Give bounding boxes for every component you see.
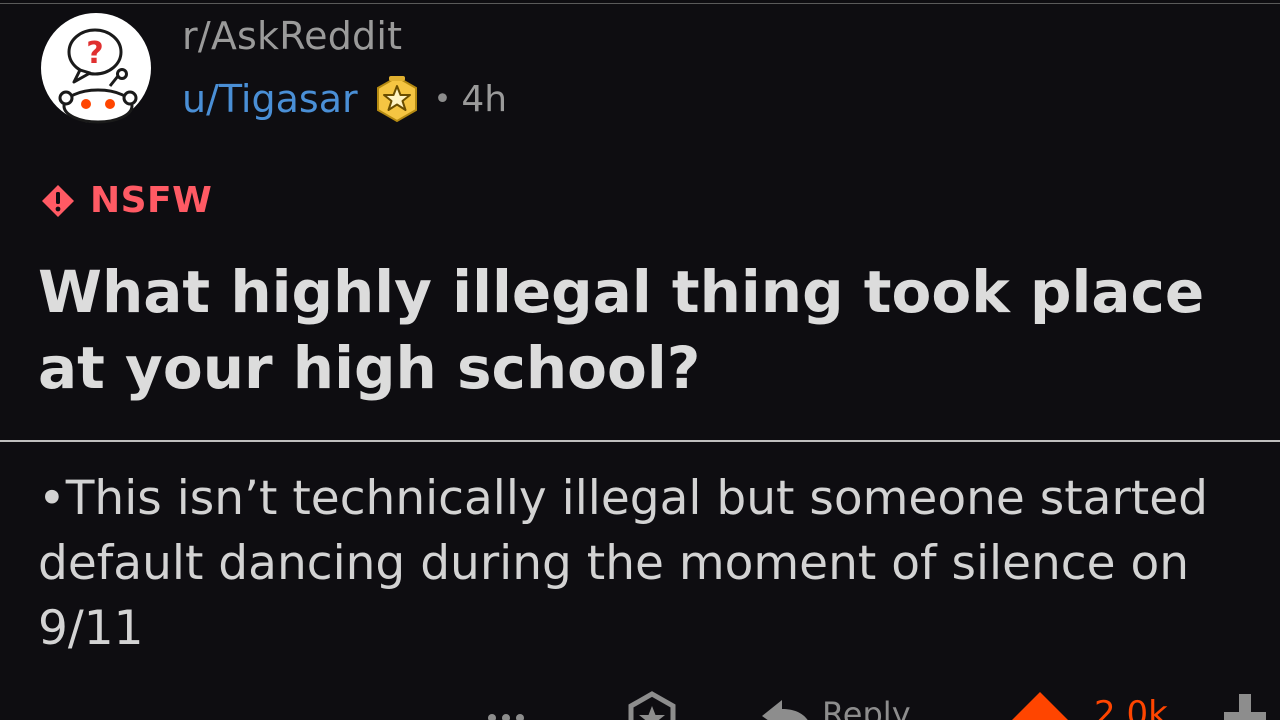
meta-separator: •	[433, 81, 452, 117]
more-dots-icon[interactable]	[486, 712, 530, 720]
upvote-arrow-icon[interactable]	[1010, 690, 1070, 720]
vote-score: 2.0k	[1094, 694, 1168, 720]
subreddit-name[interactable]: r/AskReddit	[182, 14, 402, 58]
post-meta: u/Tigasar • 4h	[182, 74, 507, 124]
reply-arrow-icon	[762, 700, 808, 720]
award-badge-icon[interactable]	[372, 74, 422, 124]
nsfw-tag: NSFW	[40, 180, 212, 221]
nsfw-label: NSFW	[90, 180, 213, 221]
top-border	[0, 3, 1280, 4]
post-comment-divider	[0, 440, 1280, 442]
post-age: 4h	[461, 78, 508, 120]
reply-button[interactable]: Reply	[758, 694, 911, 720]
reply-label: Reply	[822, 695, 911, 720]
warning-diamond-icon	[42, 184, 74, 217]
comment-text: •This isn’t technically illegal but some…	[38, 471, 1208, 656]
post-title[interactable]: What highly illegal thing took place at …	[38, 254, 1268, 406]
comment-action-bar: Reply 2.0k	[0, 680, 1280, 720]
subreddit-avatar-icon[interactable]: ?	[40, 12, 152, 124]
author-username[interactable]: u/Tigasar	[182, 77, 358, 121]
svg-text:?: ?	[86, 36, 103, 71]
reddit-post-screen: ? r/AskReddit u/Tigasar • 4h NSFW What h…	[0, 0, 1280, 720]
award-icon[interactable]	[624, 690, 680, 720]
downvote-arrow-icon[interactable]	[1220, 690, 1270, 720]
